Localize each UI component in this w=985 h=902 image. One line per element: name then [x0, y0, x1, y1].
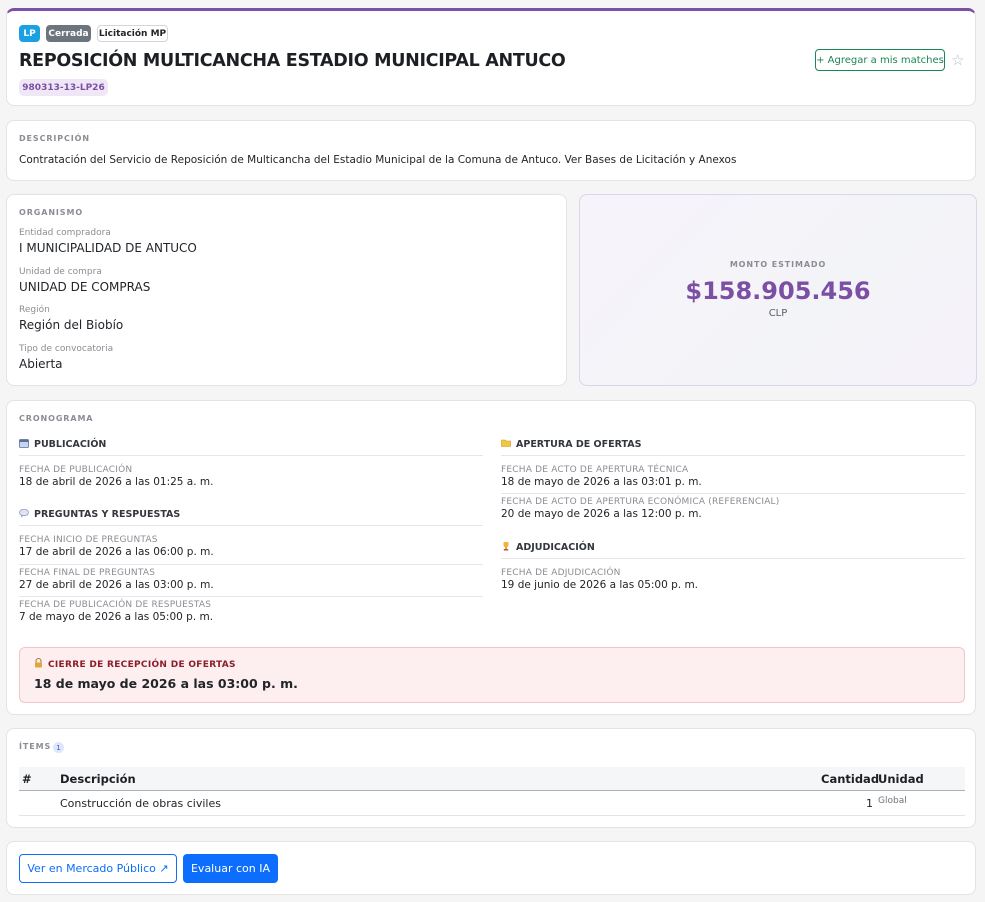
col-unidad: Unidad — [878, 772, 924, 786]
date-label: FECHA DE PUBLICACIÓN — [19, 465, 133, 475]
cierre-date: 18 de mayo de 2026 a las 03:00 p. m. — [34, 676, 298, 691]
trophy-icon — [501, 541, 511, 554]
organismo-label: ORGANISMO — [19, 208, 84, 217]
section-apertura: APERTURA DE OFERTAS — [501, 438, 641, 451]
date-value: 20 de mayo de 2026 a las 12:00 p. m. — [501, 508, 702, 520]
section-title: ADJUDICACIÓN — [516, 542, 595, 553]
header-card: LP Cerrada Licitación MP REPOSICIÓN MULT… — [6, 8, 976, 106]
section-preguntas: PREGUNTAS Y RESPUESTAS — [19, 508, 180, 521]
star-icon[interactable]: ☆ — [951, 51, 964, 69]
section-title: PREGUNTAS Y RESPUESTAS — [34, 509, 181, 520]
description-label: DESCRIPCIÓN — [19, 134, 90, 143]
monto-label: MONTO ESTIMADO — [729, 260, 827, 269]
date-publicacion-respuestas: FECHA DE PUBLICACIÓN DE RESPUESTAS 7 de … — [19, 600, 213, 623]
date-value: 18 de abril de 2026 a las 01:25 a. m. — [19, 476, 214, 488]
date-final-preguntas: FECHA FINAL DE PREGUNTAS 27 de abril de … — [19, 568, 214, 591]
field-value: UNIDAD DE COMPRAS — [19, 280, 151, 294]
monto-card: MONTO ESTIMADO $158.905.456 CLP — [579, 194, 977, 386]
description-card: DESCRIPCIÓN Contratación del Servicio de… — [6, 120, 976, 181]
date-label: FECHA INICIO DE PREGUNTAS — [19, 535, 158, 545]
date-publicacion: FECHA DE PUBLICACIÓN 18 de abril de 2026… — [19, 465, 213, 488]
page-title: REPOSICIÓN MULTICANCHA ESTADIO MUNICIPAL… — [19, 51, 566, 71]
date-value: 7 de mayo de 2026 a las 05:00 p. m. — [19, 611, 214, 623]
speech-bubble-icon — [19, 508, 29, 521]
source-badge: Licitación MP — [97, 25, 168, 42]
date-apertura-economica: FECHA DE ACTO DE APERTURA ECONÓMICA (REF… — [501, 497, 779, 520]
org-field-region: Región Región del Biobío — [19, 305, 123, 332]
field-label: Unidad de compra — [19, 267, 102, 277]
section-title: PUBLICACIÓN — [34, 439, 107, 450]
description-text: Contratación del Servicio de Reposición … — [19, 154, 737, 166]
table-row: Construcción de obras civiles 1 Global — [19, 791, 965, 816]
cierre-recepcion-box: CIERRE DE RECEPCIÓN DE OFERTAS 18 de may… — [19, 647, 965, 703]
field-label: Tipo de convocatoria — [19, 344, 114, 354]
date-label: FECHA DE ADJUDICACIÓN — [501, 568, 621, 578]
calendar-icon — [19, 438, 29, 451]
org-field-unidad: Unidad de compra UNIDAD DE COMPRAS — [19, 267, 150, 294]
org-field-tipo: Tipo de convocatoria Abierta — [19, 344, 113, 371]
field-value: I MUNICIPALIDAD DE ANTUCO — [19, 241, 197, 255]
col-num: # — [22, 772, 32, 786]
add-to-matches-button[interactable]: + Agregar a mis matches — [815, 49, 945, 71]
col-cantidad: Cantidad — [821, 772, 880, 786]
section-adjudicacion: ADJUDICACIÓN — [501, 541, 595, 554]
section-title: APERTURA DE OFERTAS — [516, 439, 642, 450]
date-apertura-tecnica: FECHA DE ACTO DE APERTURA TÉCNICA 18 de … — [501, 465, 702, 488]
type-badge: LP — [19, 25, 40, 42]
date-label: FECHA FINAL DE PREGUNTAS — [19, 568, 156, 578]
folder-icon — [501, 438, 511, 451]
organismo-card: ORGANISMO Entidad compradora I MUNICIPAL… — [6, 194, 567, 386]
date-label: FECHA DE PUBLICACIÓN DE RESPUESTAS — [19, 600, 212, 610]
date-value: 17 de abril de 2026 a las 06:00 p. m. — [19, 546, 214, 558]
org-field-entidad: Entidad compradora I MUNICIPALIDAD DE AN… — [19, 228, 197, 255]
date-value: 27 de abril de 2026 a las 03:00 p. m. — [19, 579, 214, 591]
field-value: Abierta — [19, 357, 63, 371]
cronograma-card: CRONOGRAMA PUBLICACIÓN FECHA DE PUBLICAC… — [6, 400, 976, 715]
cell-descripcion: Construcción de obras civiles — [60, 797, 221, 810]
actions-card: Ver en Mercado Público ↗ Evaluar con IA — [6, 841, 976, 895]
evaluar-ia-button[interactable]: Evaluar con IA — [183, 854, 278, 883]
cierre-label: CIERRE DE RECEPCIÓN DE OFERTAS — [48, 659, 236, 670]
items-card: ÍTEMS 1 # Descripción Cantidad Unidad Co… — [6, 728, 976, 828]
col-descripcion: Descripción — [60, 772, 136, 786]
cell-unidad: Global — [878, 796, 907, 806]
section-publicacion: PUBLICACIÓN — [19, 438, 106, 451]
items-count-badge: 1 — [53, 742, 64, 753]
field-label: Región — [19, 305, 50, 315]
monto-value: $158.905.456 — [685, 277, 871, 305]
date-label: FECHA DE ACTO DE APERTURA TÉCNICA — [501, 465, 689, 475]
status-badge: Cerrada — [46, 25, 91, 42]
field-label: Entidad compradora — [19, 228, 111, 238]
date-inicio-preguntas: FECHA INICIO DE PREGUNTAS 17 de abril de… — [19, 535, 214, 558]
monto-currency: CLP — [768, 308, 788, 319]
tender-code: 980313-13-LP26 — [19, 79, 108, 96]
cronograma-label: CRONOGRAMA — [19, 414, 94, 423]
lock-icon — [34, 658, 43, 671]
items-table-header: # Descripción Cantidad Unidad — [19, 767, 965, 791]
mercado-publico-button[interactable]: Ver en Mercado Público ↗ — [19, 854, 177, 883]
items-label: ÍTEMS — [19, 742, 52, 751]
date-value: 18 de mayo de 2026 a las 03:01 p. m. — [501, 476, 702, 488]
date-adjudicacion: FECHA DE ADJUDICACIÓN 19 de junio de 202… — [501, 568, 698, 591]
date-value: 19 de junio de 2026 a las 05:00 p. m. — [501, 579, 699, 591]
field-value: Región del Biobío — [19, 318, 124, 332]
cell-cantidad: 1 — [866, 797, 873, 810]
date-label: FECHA DE ACTO DE APERTURA ECONÓMICA (REF… — [501, 497, 780, 507]
cierre-label-row: CIERRE DE RECEPCIÓN DE OFERTAS — [34, 658, 236, 671]
